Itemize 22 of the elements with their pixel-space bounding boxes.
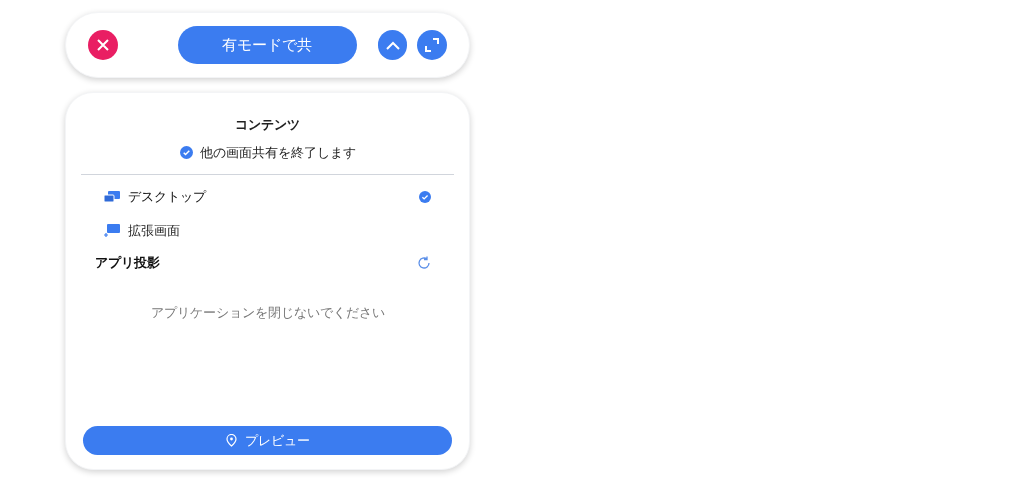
close-icon	[96, 39, 109, 51]
panel-title: コンテンツ	[234, 116, 301, 134]
source-label: デスクトップ	[128, 188, 206, 207]
end-sharing-label: 他の画面共有を終了します	[199, 143, 356, 162]
refresh-icon[interactable]	[417, 255, 431, 270]
preview-button[interactable]: プレビュー	[83, 426, 452, 455]
location-pin-icon	[225, 434, 237, 447]
chevron-up-icon	[385, 40, 400, 50]
source-item[interactable]: 拡張画面	[104, 221, 431, 241]
close-button[interactable]	[88, 30, 118, 60]
expand-icon	[425, 38, 440, 52]
screen-plus-icon	[104, 224, 120, 238]
fullscreen-button[interactable]	[417, 30, 447, 60]
collapse-button[interactable]	[377, 30, 408, 60]
source-item[interactable]: デスクトップ	[104, 187, 431, 207]
hint-text: アプリケーションを閉じないでください	[149, 303, 386, 322]
share-mode-button[interactable]: 有モードで共	[177, 26, 357, 64]
check-icon[interactable]	[179, 145, 193, 159]
screens-icon	[104, 191, 120, 203]
check-icon[interactable]	[419, 191, 431, 203]
section-heading: アプリ投影	[95, 254, 160, 272]
source-label: 拡張画面	[128, 222, 180, 241]
